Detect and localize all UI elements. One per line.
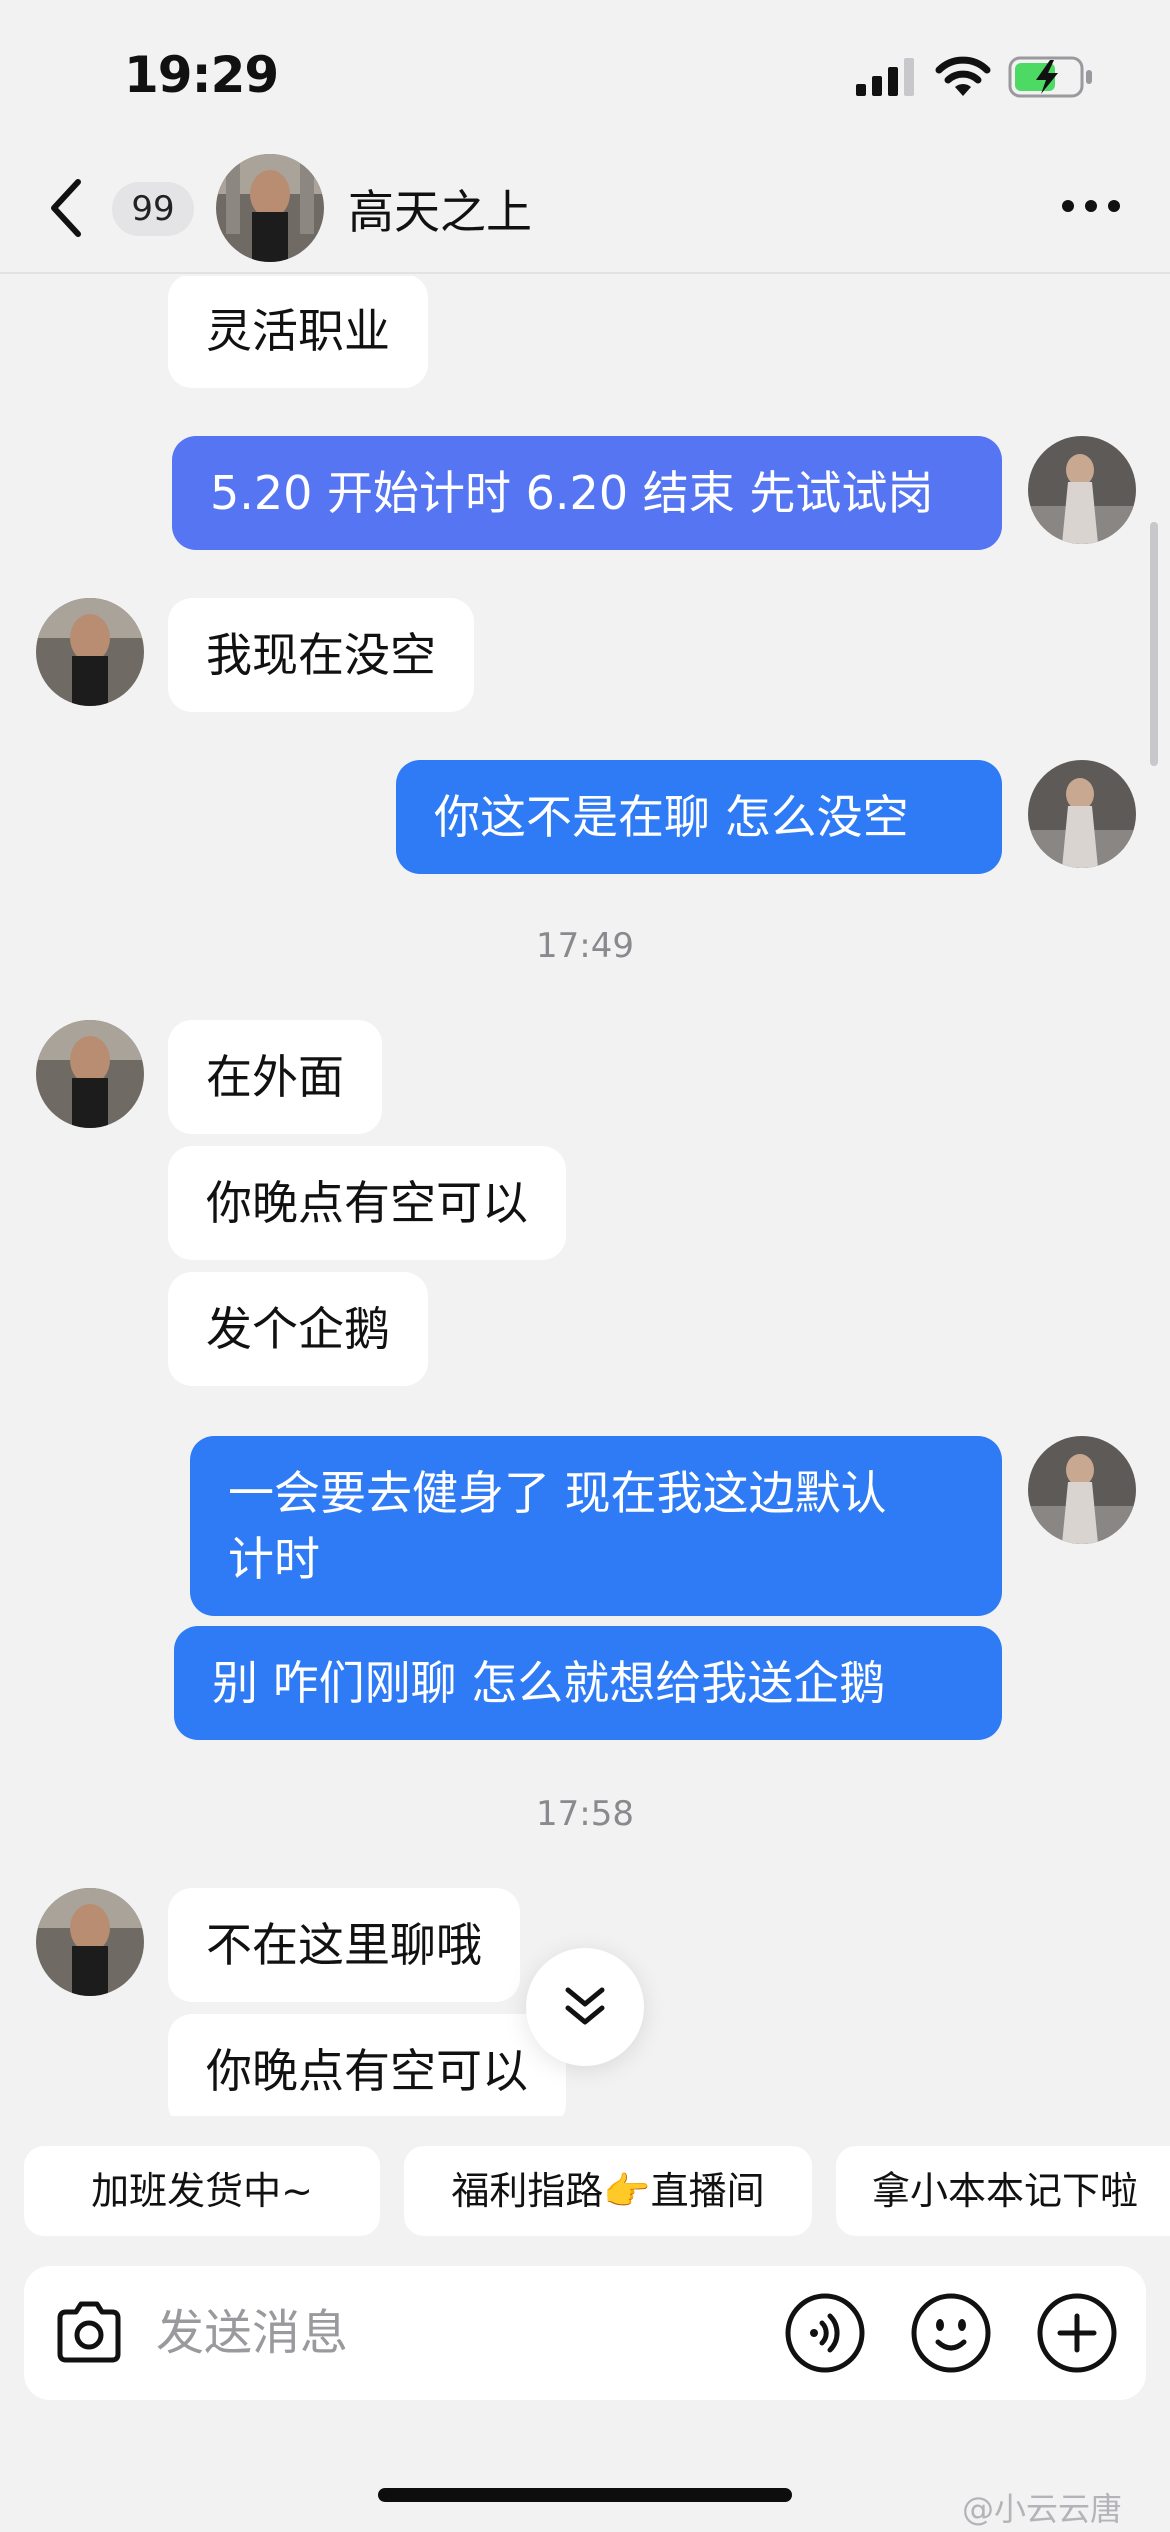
outgoing-message[interactable]: 5.20 开始计时 6.20 结束 先试试岗 [172, 436, 1002, 550]
message-list[interactable]: 灵活职业 5.20 开始计时 6.20 结束 先试试岗 我现在没空 你这不是在聊… [0, 276, 1170, 2116]
outgoing-message[interactable]: 一会要去健身了 现在我这边默认 计时 [190, 1436, 1002, 1616]
quick-reply-chip[interactable]: 拿小本本记下啦 [836, 2146, 1170, 2236]
quick-reply-chip[interactable]: 福利指路👉直播间 [404, 2146, 812, 2236]
incoming-message[interactable]: 你晚点有空可以 [168, 1146, 566, 1260]
chat-screen: 19:29 99 高天之上 灵活职业 5.20 开始计时 6.20 结束 先试试… [0, 0, 1170, 2532]
incoming-message[interactable]: 我现在没空 [168, 598, 474, 712]
emoji-icon[interactable] [910, 2292, 992, 2374]
quick-reply-chip[interactable]: 加班发货中~ [24, 2146, 380, 2236]
status-time: 19:29 [124, 46, 279, 104]
message-input[interactable] [156, 2290, 776, 2376]
incoming-message[interactable]: 不在这里聊哦 [168, 1888, 520, 2002]
voice-icon[interactable] [784, 2292, 866, 2374]
message-input-bar [24, 2266, 1146, 2400]
outgoing-message[interactable]: 别 咋们刚聊 怎么就想给我送企鹅 [174, 1626, 1002, 1740]
incoming-message[interactable]: 在外面 [168, 1020, 382, 1134]
my-avatar[interactable] [1028, 436, 1136, 544]
contact-avatar[interactable] [216, 154, 324, 262]
back-icon[interactable] [44, 176, 92, 240]
incoming-message[interactable]: 发个企鹅 [168, 1272, 428, 1386]
scrollbar[interactable] [1150, 522, 1158, 766]
unread-count-badge[interactable]: 99 [112, 182, 194, 236]
scroll-to-bottom-button[interactable] [526, 1948, 644, 2066]
quick-reply-row: 加班发货中~ 福利指路👉直播间 拿小本本记下啦 [0, 2146, 1170, 2238]
timestamp: 17:58 [536, 1794, 634, 1834]
outgoing-message[interactable]: 你这不是在聊 怎么没空 [396, 760, 1002, 874]
plus-icon[interactable] [1036, 2292, 1118, 2374]
battery-charging-icon [1008, 56, 1092, 98]
camera-icon[interactable] [50, 2294, 128, 2372]
timestamp: 17:49 [536, 926, 634, 966]
double-chevron-down-icon [565, 1987, 605, 2025]
my-avatar[interactable] [1028, 1436, 1136, 1544]
contact-avatar[interactable] [36, 1020, 144, 1128]
incoming-message[interactable]: 你晚点有空可以 [168, 2014, 566, 2116]
my-avatar[interactable] [1028, 760, 1136, 868]
wifi-icon [935, 56, 991, 96]
contact-avatar[interactable] [36, 598, 144, 706]
chat-header: 99 高天之上 [0, 140, 1170, 274]
home-indicator[interactable] [378, 2488, 792, 2502]
contact-name[interactable]: 高天之上 [348, 176, 532, 242]
contact-avatar[interactable] [36, 1888, 144, 1996]
incoming-message[interactable]: 灵活职业 [168, 276, 428, 388]
signal-icon [856, 58, 914, 96]
more-icon[interactable] [1060, 196, 1122, 216]
watermark: @小云云唐 [962, 2490, 1123, 2528]
